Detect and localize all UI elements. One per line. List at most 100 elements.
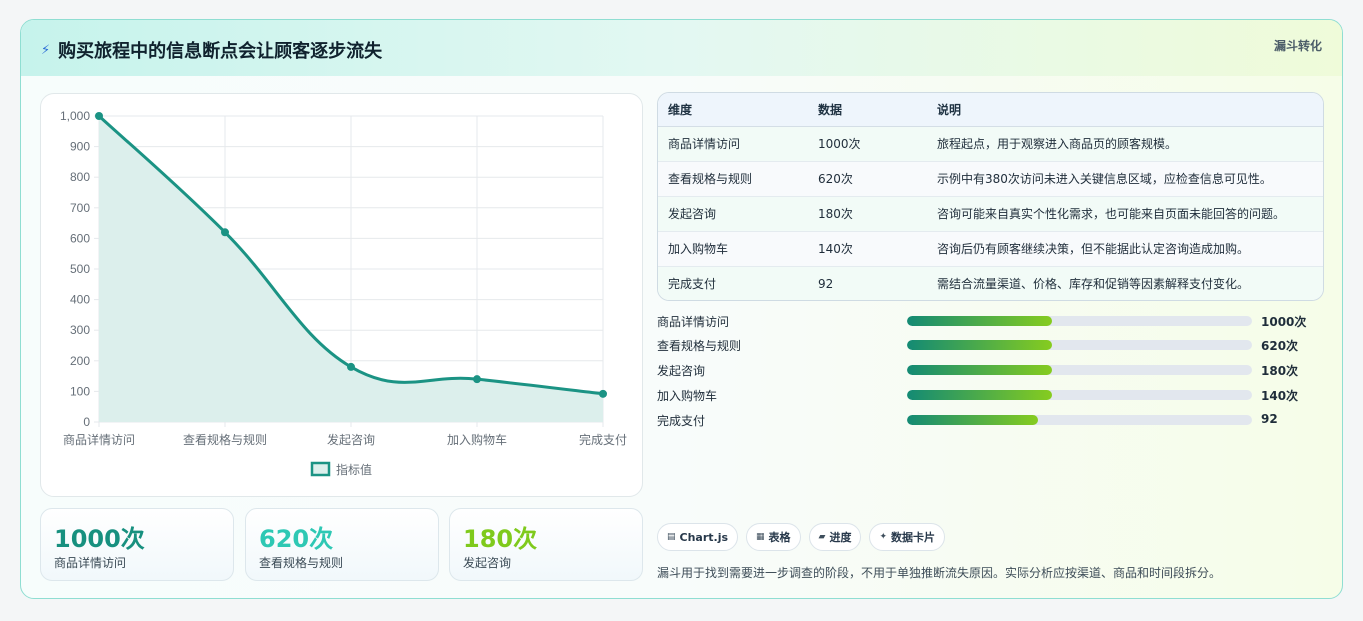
progress-icon: ▰ xyxy=(818,532,826,542)
x-tick-label: 完成支付 xyxy=(579,432,627,447)
data-point xyxy=(473,375,481,384)
chip-label: 表格 xyxy=(768,531,791,544)
y-tick-label: 400 xyxy=(70,293,90,307)
table-row: 发起咨询 180次 咨询可能来自真实个性化需求，也可能来自页面未能回答的问题。 xyxy=(658,196,1323,232)
table-row: 商品详情访问 1000次 旅程起点，用于观察进入商品页的顾客规模。 xyxy=(658,126,1323,162)
progress-label: 完成支付 xyxy=(657,414,706,428)
progress-track xyxy=(907,316,1252,326)
lightning-icon: ⚡ xyxy=(41,42,51,58)
progress-track xyxy=(907,415,1252,425)
data-point xyxy=(599,389,607,398)
chip-label: 数据卡片 xyxy=(891,531,936,544)
table-cell: 旅程起点，用于观察进入商品页的顾客规模。 xyxy=(937,126,1323,162)
table-cell: 180次 xyxy=(818,196,937,232)
table-cell: 示例中有380次访问未进入关键信息区域，应检查信息可见性。 xyxy=(937,161,1323,197)
stat-card: 180次 发起咨询 xyxy=(449,508,643,581)
card-header: ⚡ 购买旅程中的信息断点会让顾客逐步流失 漏斗转化 xyxy=(21,20,1342,76)
progress-row: 商品详情访问 1000次 xyxy=(657,311,1337,331)
column-header: 说明 xyxy=(937,93,1323,127)
table-row: 完成支付 92 需结合流量渠道、价格、库存和促销等因素解释支付变化。 xyxy=(658,266,1323,300)
table-cell: 咨询可能来自真实个性化需求，也可能来自页面未能回答的问题。 xyxy=(937,196,1323,232)
y-tick-label: 1,000 xyxy=(60,109,90,123)
table-icon: ▦ xyxy=(756,532,765,542)
chip-progress[interactable]: ▰ 进度 xyxy=(808,523,862,551)
chart-panel: 0 100 200 300 400 500 600 700 800 900 1,000 商品详情访问 查… xyxy=(40,93,643,497)
page-title: 购买旅程中的信息断点会让顾客逐步流失 xyxy=(58,41,383,62)
progress-fill xyxy=(907,365,1052,375)
category-tag: 漏斗转化 xyxy=(1273,39,1322,53)
chart-icon: ▤ xyxy=(667,532,676,542)
table-cell: 620次 xyxy=(818,161,937,197)
funnel-card: ⚡ 购买旅程中的信息断点会让顾客逐步流失 漏斗转化 0 100 200 300 400 5… xyxy=(20,19,1343,599)
progress-value: 140次 xyxy=(1261,389,1299,403)
table-row: 加入购物车 140次 咨询后仍有顾客继续决策，但不能据此认定咨询造成加购。 xyxy=(658,231,1323,267)
table-cell: 完成支付 xyxy=(658,266,818,300)
chip-chartjs[interactable]: ▤ Chart.js xyxy=(657,523,739,551)
progress-track xyxy=(907,340,1252,350)
column-header: 数据 xyxy=(818,93,937,127)
progress-value: 1000次 xyxy=(1261,315,1307,329)
data-point xyxy=(221,228,229,237)
table-cell: 1000次 xyxy=(818,126,937,162)
progress-label: 发起咨询 xyxy=(657,364,706,378)
y-tick-label: 200 xyxy=(70,354,90,368)
table-row: 查看规格与规则 620次 示例中有380次访问未进入关键信息区域，应检查信息可见… xyxy=(658,161,1323,197)
progress-fill xyxy=(907,340,1052,350)
progress-row: 发起咨询 180次 xyxy=(657,360,1337,380)
x-tick-label: 发起咨询 xyxy=(327,432,375,447)
progress-value: 92 xyxy=(1261,412,1278,426)
table-cell: 加入购物车 xyxy=(658,231,818,267)
progress-row: 完成支付 92 xyxy=(657,410,1337,430)
stat-value: 180次 xyxy=(463,525,538,553)
progress-label: 查看规格与规则 xyxy=(657,339,742,353)
x-tick-label: 加入购物车 xyxy=(447,432,507,447)
footnote: 漏斗用于找到需要进一步调查的阶段，不用于单独推断流失原因。实际分析应按渠道、商品… xyxy=(657,566,1222,580)
chip-data-cards[interactable]: ✦ 数据卡片 xyxy=(869,523,946,551)
stat-value: 620次 xyxy=(259,525,334,553)
stat-value: 1000次 xyxy=(54,525,145,553)
y-tick-label: 500 xyxy=(70,262,90,276)
stat-label: 商品详情访问 xyxy=(54,556,127,570)
x-tick-label: 商品详情访问 xyxy=(63,432,135,447)
progress-fill xyxy=(907,415,1039,425)
line-chart: 0 100 200 300 400 500 600 700 800 900 1,000 商品详情访问 查… xyxy=(60,109,627,477)
legend-swatch xyxy=(310,461,331,477)
data-point xyxy=(95,112,103,120)
table-cell: 需结合流量渠道、价格、库存和促销等因素解释支付变化。 xyxy=(937,266,1323,300)
data-point xyxy=(347,362,355,371)
y-tick-label: 100 xyxy=(70,384,90,398)
legend-label: 指标值 xyxy=(336,462,372,477)
chip-label: Chart.js xyxy=(679,530,729,544)
chip-table[interactable]: ▦ 表格 xyxy=(746,523,801,551)
y-tick-label: 0 xyxy=(83,415,90,429)
stat-card: 1000次 商品详情访问 xyxy=(40,508,234,581)
progress-value: 180次 xyxy=(1261,364,1299,378)
progress-label: 商品详情访问 xyxy=(657,315,730,329)
progress-fill xyxy=(907,390,1052,400)
tech-chips: ▤ Chart.js ▦ 表格 ▰ 进度 ✦ 数据卡片 xyxy=(657,523,946,551)
progress-track xyxy=(907,365,1252,375)
chip-label: 进度 xyxy=(829,531,852,544)
data-table: 维度 数据 说明 商品详情访问 1000次 旅程起点，用于观察进入商品页的顾客规… xyxy=(657,92,1324,301)
progress-row: 查看规格与规则 620次 xyxy=(657,335,1337,355)
table-cell: 92 xyxy=(818,266,937,300)
sparkle-icon: ✦ xyxy=(879,532,888,542)
x-tick-label: 查看规格与规则 xyxy=(183,432,267,447)
stat-label: 发起咨询 xyxy=(463,556,512,570)
progress-row: 加入购物车 140次 xyxy=(657,385,1337,405)
table-cell: 140次 xyxy=(818,231,937,267)
table-cell: 查看规格与规则 xyxy=(658,161,818,197)
y-tick-label: 600 xyxy=(70,231,90,245)
y-tick-label: 800 xyxy=(70,170,90,184)
y-tick-label: 300 xyxy=(70,323,90,337)
stat-label: 查看规格与规则 xyxy=(259,556,344,570)
y-tick-label: 900 xyxy=(70,140,90,154)
y-tick-label: 700 xyxy=(70,201,90,215)
column-header: 维度 xyxy=(658,93,818,127)
table-cell: 商品详情访问 xyxy=(658,126,818,162)
table-header-row: 维度 数据 说明 xyxy=(658,93,1323,127)
table-cell: 发起咨询 xyxy=(658,196,818,232)
progress-fill xyxy=(907,316,1052,326)
progress-track xyxy=(907,390,1252,400)
table-cell: 咨询后仍有顾客继续决策，但不能据此认定咨询造成加购。 xyxy=(937,231,1323,267)
